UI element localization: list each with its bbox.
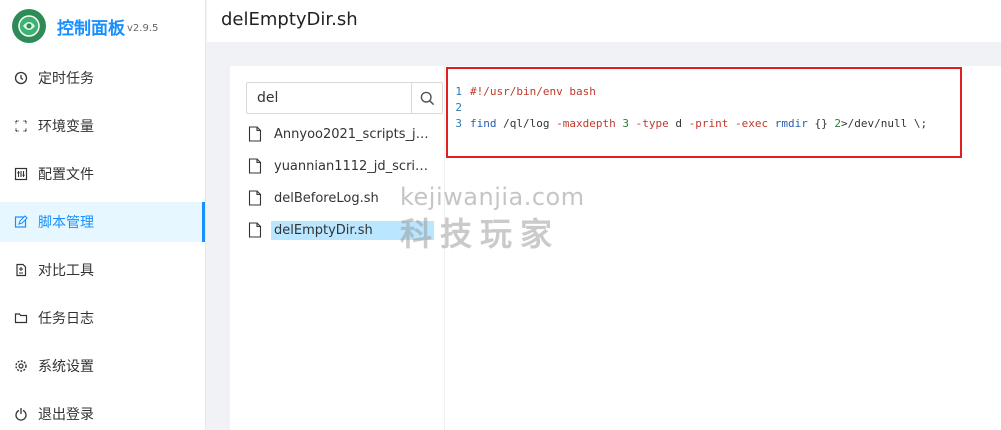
sidebar-item-label: 任务日志 bbox=[38, 311, 94, 327]
search-input[interactable] bbox=[247, 83, 411, 113]
app-version: v2.9.5 bbox=[127, 23, 159, 34]
sidebar-item-label: 脚本管理 bbox=[38, 215, 94, 231]
code-text: find /ql/log -maxdepth 3 -type d -print … bbox=[470, 117, 928, 130]
page-title: delEmptyDir.sh bbox=[221, 9, 358, 30]
page-header: delEmptyDir.sh bbox=[207, 0, 1001, 42]
file-tree-panel: Annyoo2021_scripts_jd_... yuannian1112_j… bbox=[230, 66, 445, 430]
file-name: delEmptyDir.sh bbox=[271, 220, 434, 240]
sidebar-item-label: 系统设置 bbox=[38, 359, 94, 375]
clock-icon bbox=[14, 71, 28, 85]
file-icon bbox=[248, 190, 262, 206]
file-icon bbox=[248, 158, 262, 174]
file-icon bbox=[248, 126, 262, 142]
sidebar-item-label: 环境变量 bbox=[38, 119, 94, 135]
logo-icon bbox=[12, 9, 46, 43]
search-button[interactable] bbox=[411, 83, 442, 113]
sidebar-item-cron[interactable]: 定时任务 bbox=[0, 58, 205, 98]
sidebar-item-label: 配置文件 bbox=[38, 167, 94, 183]
settings-icon bbox=[14, 359, 28, 373]
sidebar-item-env[interactable]: 环境变量 bbox=[0, 106, 205, 146]
line-number: 3 bbox=[455, 117, 462, 130]
file-icon bbox=[248, 222, 262, 238]
environment-icon bbox=[14, 119, 28, 133]
code-editor[interactable]: 1 #!/usr/bin/env bash 2 3 find /ql/log -… bbox=[446, 67, 962, 158]
file-name: Annyoo2021_scripts_jd_... bbox=[274, 126, 434, 142]
edit-icon bbox=[14, 215, 28, 229]
code-line: 3 find /ql/log -maxdepth 3 -type d -prin… bbox=[448, 116, 960, 132]
search-icon bbox=[420, 91, 434, 105]
control-icon bbox=[14, 167, 28, 181]
code-line: 2 bbox=[448, 100, 960, 116]
file-name: yuannian1112_jd_script... bbox=[274, 158, 434, 174]
sidebar: 控制面板 v2.9.5 定时任务 环境变量 配置文件 脚本管理 对比工具 任务日… bbox=[0, 0, 206, 430]
sidebar-item-config[interactable]: 配置文件 bbox=[0, 154, 205, 194]
sidebar-menu: 定时任务 环境变量 配置文件 脚本管理 对比工具 任务日志 系统设置 退出登录 bbox=[0, 58, 205, 430]
sidebar-item-scripts[interactable]: 脚本管理 bbox=[0, 202, 205, 242]
sidebar-item-settings[interactable]: 系统设置 bbox=[0, 346, 205, 386]
file-item-selected[interactable]: delEmptyDir.sh bbox=[248, 218, 438, 242]
file-name: delBeforeLog.sh bbox=[274, 190, 379, 206]
file-item[interactable]: Annyoo2021_scripts_jd_... bbox=[248, 122, 438, 146]
sidebar-item-label: 对比工具 bbox=[38, 263, 94, 279]
file-list: Annyoo2021_scripts_jd_... yuannian1112_j… bbox=[248, 122, 438, 250]
search-box bbox=[246, 82, 443, 114]
folder-icon bbox=[14, 311, 28, 325]
code-text: #!/usr/bin/env bash bbox=[470, 85, 596, 98]
sidebar-item-label: 退出登录 bbox=[38, 407, 94, 423]
file-item[interactable]: delBeforeLog.sh bbox=[248, 186, 438, 210]
sidebar-item-logout[interactable]: 退出登录 bbox=[0, 394, 205, 430]
app-title: 控制面板 bbox=[57, 18, 125, 39]
sidebar-item-label: 定时任务 bbox=[38, 71, 94, 87]
sidebar-item-diff[interactable]: 对比工具 bbox=[0, 250, 205, 290]
file-item[interactable]: yuannian1112_jd_script... bbox=[248, 154, 438, 178]
logo-row: 控制面板 v2.9.5 bbox=[0, 0, 205, 52]
code-line: 1 #!/usr/bin/env bash bbox=[448, 84, 960, 100]
line-number: 1 bbox=[455, 85, 462, 98]
line-number: 2 bbox=[455, 101, 462, 114]
diff-icon bbox=[14, 263, 28, 277]
sidebar-item-logs[interactable]: 任务日志 bbox=[0, 298, 205, 338]
logout-icon bbox=[14, 407, 28, 421]
